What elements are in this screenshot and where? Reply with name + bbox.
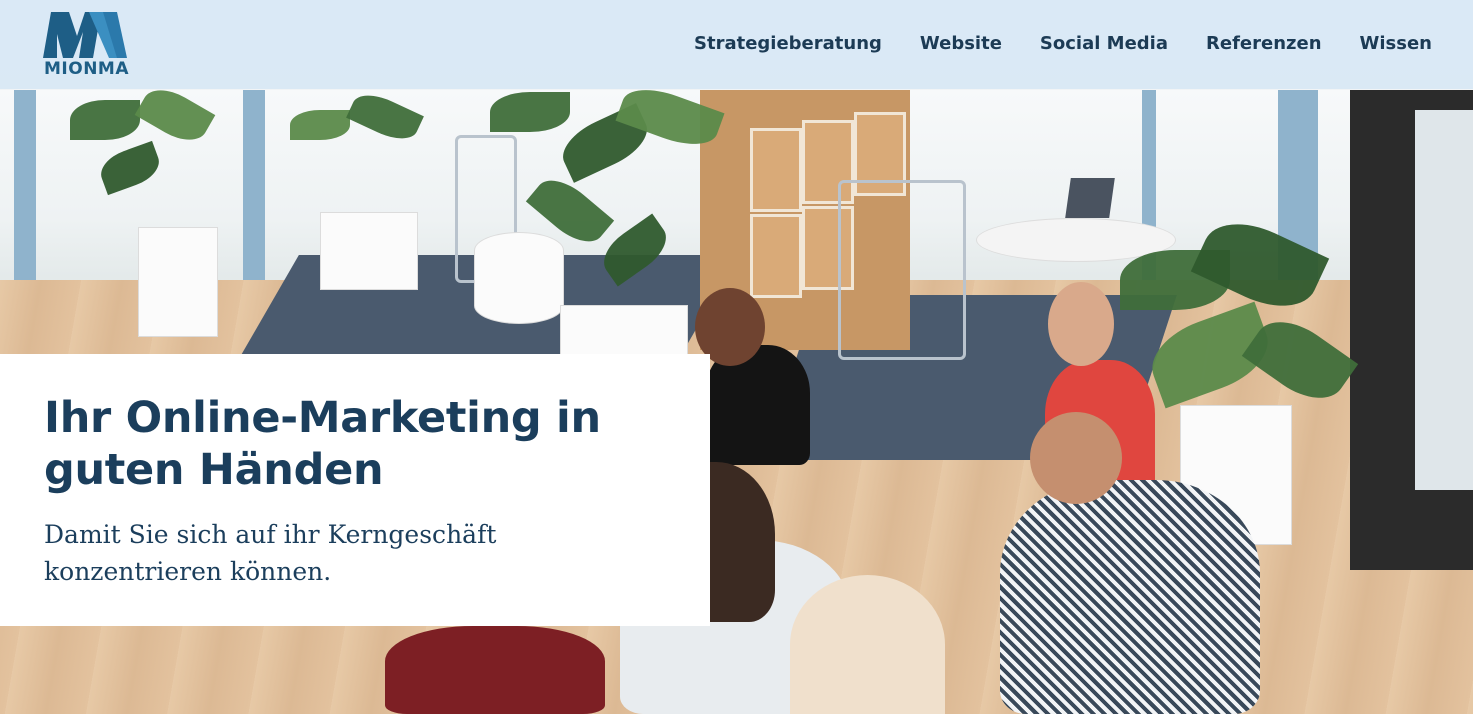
nav-item-website[interactable]: Website: [920, 33, 1002, 54]
hero-title: Ihr Online-Marketing in guten Händen: [44, 393, 601, 495]
person: [385, 626, 605, 714]
logo-link[interactable]: MIONMA: [43, 12, 133, 80]
planter: [138, 227, 218, 337]
hero-subtitle: Damit Sie sich auf ihr Kerngeschäft konz…: [44, 520, 497, 586]
window-post: [243, 90, 265, 305]
planter: [320, 212, 418, 290]
coffee-table: [790, 575, 945, 714]
nav-item-referenzen[interactable]: Referenzen: [1206, 33, 1322, 54]
logo-text: MIONMA: [44, 59, 129, 79]
mionma-logo-icon: [43, 12, 127, 58]
site-header: MIONMA Strategieberatung Website Social …: [0, 0, 1473, 89]
planter: [474, 232, 564, 324]
nav-item-strategieberatung[interactable]: Strategieberatung: [694, 33, 882, 54]
main-nav: Strategieberatung Website Social Media R…: [694, 33, 1432, 54]
nav-item-social-media[interactable]: Social Media: [1040, 33, 1168, 54]
glass-panel: [1415, 110, 1473, 490]
window-post: [14, 90, 36, 305]
hero-text-card: Ihr Online-Marketing in guten Händen Dam…: [0, 354, 710, 626]
laptop: [1065, 178, 1115, 218]
person: [1000, 480, 1260, 714]
nav-item-wissen[interactable]: Wissen: [1360, 33, 1432, 54]
chair: [838, 180, 966, 360]
